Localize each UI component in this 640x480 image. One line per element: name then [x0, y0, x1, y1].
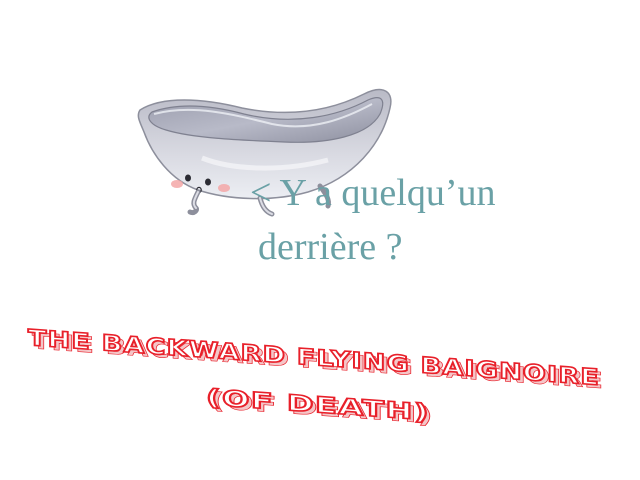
game-title: THE BACKWARD FLYING BAIGNOIRE THE BACKWA…: [27, 325, 628, 446]
dialogue-line-1: < Y a quelqu’un: [250, 172, 496, 214]
dialogue-text: < Y a quelqu’un derrière ?: [250, 166, 496, 274]
game-scene: < Y a quelqu’un derrière ? THE BACKWARD …: [0, 0, 640, 480]
dialogue-line-2: derrière ?: [258, 226, 403, 268]
